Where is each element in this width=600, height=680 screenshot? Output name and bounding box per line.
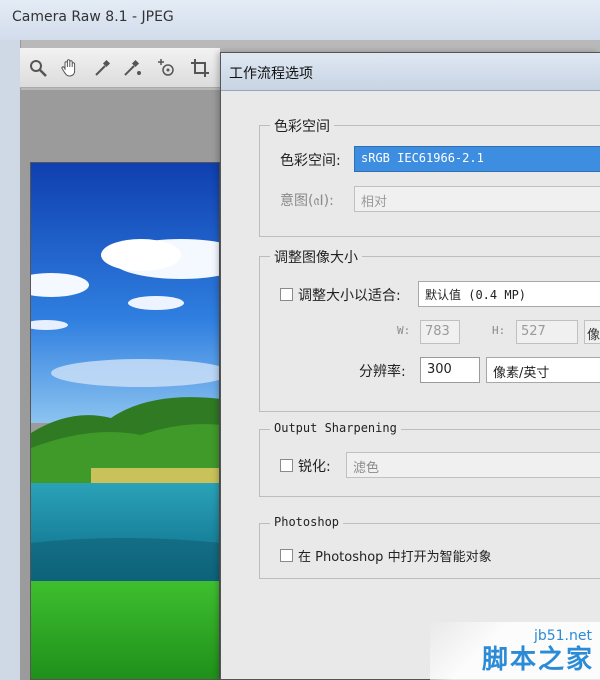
hand-icon[interactable]	[58, 56, 82, 80]
resize-group: 调整图像大小 调整大小以适合: 默认值 (0.4 MP) W: 783 H: 5…	[259, 247, 600, 412]
size-unit-select[interactable]: 像	[584, 320, 600, 344]
intent-label: 意图(𝔞I):	[280, 193, 334, 209]
color-sampler-icon[interactable]	[120, 56, 144, 80]
crop-icon[interactable]	[188, 56, 212, 80]
height-input[interactable]: 527	[516, 320, 578, 344]
resize-to-fit-select[interactable]: 默认值 (0.4 MP)	[418, 281, 600, 307]
resize-to-fit-label: 调整大小以适合:	[298, 288, 401, 304]
window-title: Camera Raw 8.1 - JPEG	[12, 9, 174, 25]
output-sharpening-group: Output Sharpening 锐化: 滤色	[259, 421, 600, 497]
color-space-select[interactable]: sRGB IEC61966-2.1	[354, 146, 600, 172]
photoshop-group: Photoshop 在 Photoshop 中打开为智能对象	[259, 515, 600, 579]
color-space-group: 色彩空间 色彩空间: sRGB IEC61966-2.1 意图(𝔞I): 相对	[259, 116, 600, 237]
sharpen-label: 锐化:	[298, 459, 331, 475]
preview-image	[30, 162, 220, 680]
sharpen-select[interactable]: 滤色	[346, 452, 600, 478]
color-space-label: 色彩空间:	[280, 153, 341, 169]
dialog-title: 工作流程选项	[229, 66, 313, 82]
resolution-label: 分辨率:	[359, 364, 406, 380]
white-balance-icon[interactable]	[90, 56, 114, 80]
resolution-unit-select[interactable]: 像素/英寸	[486, 357, 600, 383]
camera-raw-toolbar	[20, 48, 220, 88]
resize-to-fit-checkbox[interactable]	[280, 288, 293, 301]
watermark-logo-text: 脚本之家	[481, 645, 594, 675]
zoom-icon[interactable]	[26, 56, 50, 80]
width-input[interactable]: 783	[420, 320, 460, 344]
target-adjust-icon[interactable]	[154, 56, 178, 80]
smart-object-label: 在 Photoshop 中打开为智能对象	[298, 550, 492, 565]
camera-raw-titlebar: Camera Raw 8.1 - JPEG	[0, 0, 600, 40]
height-label: H:	[492, 324, 506, 337]
smart-object-checkbox[interactable]	[280, 549, 293, 562]
output-sharpening-legend: Output Sharpening	[270, 421, 401, 435]
width-label: W:	[397, 324, 411, 337]
photoshop-legend: Photoshop	[270, 515, 344, 529]
workflow-options-dialog: 工作流程选项 色彩空间 色彩空间: sRGB IEC61966-2.1 意图(𝔞…	[220, 52, 600, 680]
intent-select[interactable]: 相对	[354, 186, 600, 212]
color-space-legend: 色彩空间	[270, 116, 334, 136]
sharpen-checkbox[interactable]	[280, 459, 293, 472]
dialog-titlebar[interactable]: 工作流程选项	[221, 53, 600, 91]
resolution-input[interactable]: 300	[420, 357, 480, 383]
resize-legend: 调整图像大小	[270, 247, 362, 267]
